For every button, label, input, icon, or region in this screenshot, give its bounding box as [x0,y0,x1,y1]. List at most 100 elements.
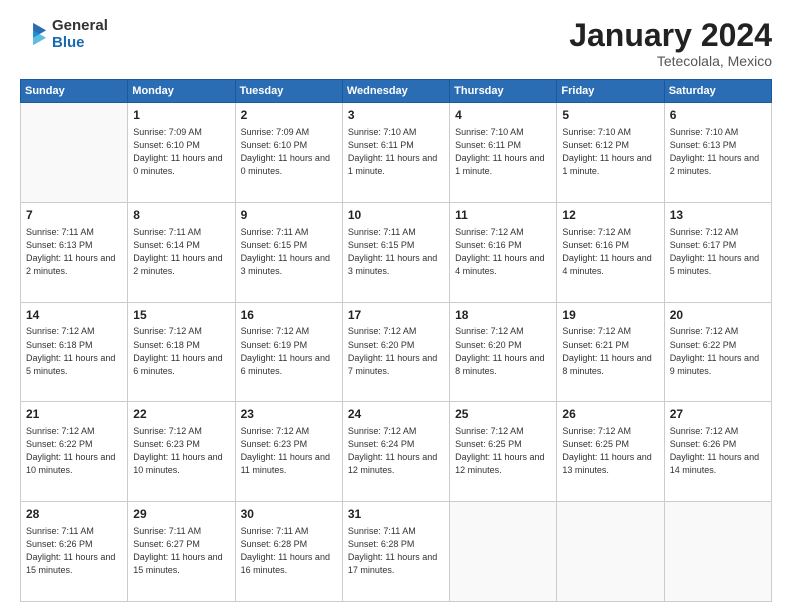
day-number: 19 [562,307,658,324]
table-row: 17Sunrise: 7:12 AM Sunset: 6:20 PM Dayli… [342,302,449,402]
calendar-week-row: 28Sunrise: 7:11 AM Sunset: 6:26 PM Dayli… [21,502,772,602]
day-number: 5 [562,107,658,124]
calendar-location: Tetecolala, Mexico [569,53,772,69]
day-number: 10 [348,207,444,224]
day-number: 24 [348,406,444,423]
day-number: 14 [26,307,122,324]
day-info: Sunrise: 7:11 AM Sunset: 6:13 PM Dayligh… [26,226,122,278]
table-row [557,502,664,602]
table-row: 14Sunrise: 7:12 AM Sunset: 6:18 PM Dayli… [21,302,128,402]
calendar-week-row: 14Sunrise: 7:12 AM Sunset: 6:18 PM Dayli… [21,302,772,402]
logo: General Blue [20,18,108,51]
day-info: Sunrise: 7:12 AM Sunset: 6:20 PM Dayligh… [455,325,551,377]
table-row: 29Sunrise: 7:11 AM Sunset: 6:27 PM Dayli… [128,502,235,602]
day-info: Sunrise: 7:12 AM Sunset: 6:22 PM Dayligh… [670,325,766,377]
day-info: Sunrise: 7:12 AM Sunset: 6:22 PM Dayligh… [26,425,122,477]
day-number: 28 [26,506,122,523]
day-number: 16 [241,307,337,324]
day-info: Sunrise: 7:10 AM Sunset: 6:11 PM Dayligh… [348,126,444,178]
day-number: 2 [241,107,337,124]
table-row: 2 Sunrise: 7:09 AM Sunset: 6:10 PM Daylig… [235,103,342,203]
day-number: 23 [241,406,337,423]
day-info: Sunrise: 7:12 AM Sunset: 6:23 PM Dayligh… [133,425,229,477]
table-row: 13Sunrise: 7:12 AM Sunset: 6:17 PM Dayli… [664,202,771,302]
day-number: 12 [562,207,658,224]
day-info: Sunrise: 7:12 AM Sunset: 6:16 PM Dayligh… [562,226,658,278]
table-row: 16Sunrise: 7:12 AM Sunset: 6:19 PM Dayli… [235,302,342,402]
table-row: 15Sunrise: 7:12 AM Sunset: 6:18 PM Dayli… [128,302,235,402]
logo-text: General Blue [52,18,108,51]
day-number: 1 [133,107,229,124]
table-row: 10Sunrise: 7:11 AM Sunset: 6:15 PM Dayli… [342,202,449,302]
day-number: 18 [455,307,551,324]
day-number: 3 [348,107,444,124]
table-row: 27 Sunrise: 7:12 AM Sunset: 6:26 PM Dayli… [664,402,771,502]
day-info: Sunrise: 7:11 AM Sunset: 6:28 PM Dayligh… [348,525,444,577]
table-row: 24Sunrise: 7:12 AM Sunset: 6:24 PM Dayli… [342,402,449,502]
day-number: 15 [133,307,229,324]
table-row [450,502,557,602]
table-row: 1 Sunrise: 7:09 AM Sunset: 6:10 PM Daylig… [128,103,235,203]
day-number: 22 [133,406,229,423]
day-number: 31 [348,506,444,523]
day-info: Sunrise: 7:12 AM Sunset: 6:20 PM Dayligh… [348,325,444,377]
table-row: 19Sunrise: 7:12 AM Sunset: 6:21 PM Dayli… [557,302,664,402]
day-number: 27 [670,406,766,423]
day-number: 20 [670,307,766,324]
day-info: Sunrise: 7:10 AM Sunset: 6:11 PM Dayligh… [455,126,551,178]
day-number: 8 [133,207,229,224]
page: General Blue January 2024 Tetecolala, Me… [0,0,792,612]
day-number: 4 [455,107,551,124]
day-info: Sunrise: 7:10 AM Sunset: 6:13 PM Dayligh… [670,126,766,178]
logo-general-text: General [52,18,108,35]
day-number: 13 [670,207,766,224]
table-row: 22 Sunrise: 7:12 AM Sunset: 6:23 PM Dayli… [128,402,235,502]
day-info: Sunrise: 7:09 AM Sunset: 6:10 PM Dayligh… [241,126,337,178]
table-row: 11Sunrise: 7:12 AM Sunset: 6:16 PM Dayli… [450,202,557,302]
header-friday: Friday [557,80,664,103]
day-number: 11 [455,207,551,224]
day-info: Sunrise: 7:09 AM Sunset: 6:10 PM Dayligh… [133,126,229,178]
header-wednesday: Wednesday [342,80,449,103]
table-row: 8Sunrise: 7:11 AM Sunset: 6:14 PM Daylig… [128,202,235,302]
day-number: 30 [241,506,337,523]
table-row: 20Sunrise: 7:12 AM Sunset: 6:22 PM Dayli… [664,302,771,402]
header-saturday: Saturday [664,80,771,103]
table-row: 5 Sunrise: 7:10 AM Sunset: 6:12 PM Daylig… [557,103,664,203]
logo-blue-text: Blue [52,35,108,52]
header-sunday: Sunday [21,80,128,103]
table-row [664,502,771,602]
day-number: 25 [455,406,551,423]
table-row [21,103,128,203]
header: General Blue January 2024 Tetecolala, Me… [20,18,772,69]
day-info: Sunrise: 7:11 AM Sunset: 6:27 PM Dayligh… [133,525,229,577]
table-row: 3 Sunrise: 7:10 AM Sunset: 6:11 PM Daylig… [342,103,449,203]
calendar-week-row: 1 Sunrise: 7:09 AM Sunset: 6:10 PM Daylig… [21,103,772,203]
table-row: 7Sunrise: 7:11 AM Sunset: 6:13 PM Daylig… [21,202,128,302]
day-info: Sunrise: 7:12 AM Sunset: 6:26 PM Dayligh… [670,425,766,477]
day-info: Sunrise: 7:12 AM Sunset: 6:18 PM Dayligh… [26,325,122,377]
day-info: Sunrise: 7:12 AM Sunset: 6:23 PM Dayligh… [241,425,337,477]
table-row: 28Sunrise: 7:11 AM Sunset: 6:26 PM Dayli… [21,502,128,602]
table-row: 23 Sunrise: 7:12 AM Sunset: 6:23 PM Dayli… [235,402,342,502]
day-number: 6 [670,107,766,124]
day-info: Sunrise: 7:12 AM Sunset: 6:18 PM Dayligh… [133,325,229,377]
day-info: Sunrise: 7:12 AM Sunset: 6:25 PM Dayligh… [455,425,551,477]
header-tuesday: Tuesday [235,80,342,103]
calendar-week-row: 7Sunrise: 7:11 AM Sunset: 6:13 PM Daylig… [21,202,772,302]
day-number: 21 [26,406,122,423]
header-thursday: Thursday [450,80,557,103]
day-info: Sunrise: 7:12 AM Sunset: 6:21 PM Dayligh… [562,325,658,377]
calendar-week-row: 21 Sunrise: 7:12 AM Sunset: 6:22 PM Dayli… [21,402,772,502]
day-info: Sunrise: 7:12 AM Sunset: 6:19 PM Dayligh… [241,325,337,377]
calendar-title: January 2024 [569,18,772,53]
day-info: Sunrise: 7:10 AM Sunset: 6:12 PM Dayligh… [562,126,658,178]
day-info: Sunrise: 7:11 AM Sunset: 6:28 PM Dayligh… [241,525,337,577]
logo-icon [20,21,48,49]
table-row: 6 Sunrise: 7:10 AM Sunset: 6:13 PM Daylig… [664,103,771,203]
day-number: 17 [348,307,444,324]
table-row: 30 Sunrise: 7:11 AM Sunset: 6:28 PM Dayli… [235,502,342,602]
day-info: Sunrise: 7:11 AM Sunset: 6:15 PM Dayligh… [241,226,337,278]
calendar-header-row: Sunday Monday Tuesday Wednesday Thursday… [21,80,772,103]
table-row: 31 Sunrise: 7:11 AM Sunset: 6:28 PM Dayli… [342,502,449,602]
